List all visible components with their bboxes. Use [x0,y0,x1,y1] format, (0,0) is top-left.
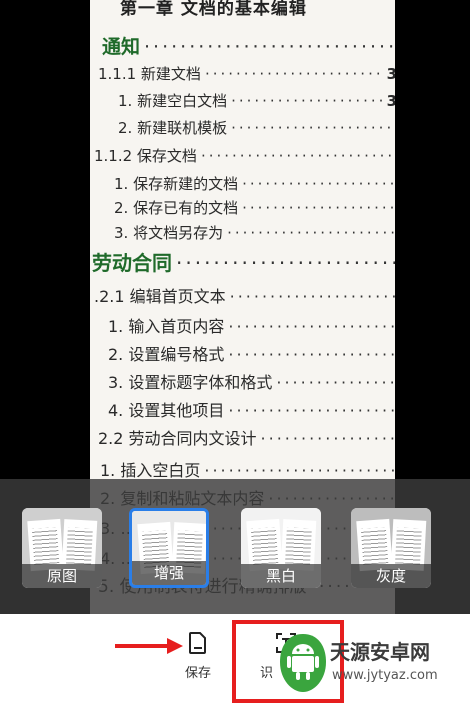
document-title: 第一章 文档的基本编辑 [120,0,307,19]
toc-leader-dots [228,401,395,420]
toc-entry-label: 1. 保存新建的文档 [114,175,239,193]
toc-entry-label: 通知 [102,36,141,58]
toc-entry-label: 1. 输入首页内容 [108,317,225,336]
toc-entry: 1. 插入空白页 [100,457,395,481]
toc-entry: 3. 将文档另存为 [114,222,395,243]
toc-entry: .2.1 编辑首页文本 [94,283,395,307]
toc-entry: 1. 输入首页内容 [108,313,395,337]
filter-enhance[interactable]: 增强 [129,508,209,588]
android-logo-icon [280,634,326,692]
toc-entry: 通知 [102,32,395,59]
toc-entry: 1.1.2 保存文档 [94,145,395,166]
toc-entry-label: 2. 设置编号格式 [108,345,225,364]
toc-leader-dots [205,65,385,83]
toc-leader-dots [227,224,395,242]
toc-leader-dots [228,317,395,336]
toc-entry-label: 劳动合同 [92,251,172,275]
filter-grayscale[interactable]: 灰度 [351,508,431,588]
toc-entry-label: 1.1.1 新建文档 [98,65,201,83]
toc-entry: 3. 设置标题字体和格式 [108,369,395,393]
toc-leader-dots [204,461,395,480]
toc-entry: 4. 设置其他项目 [108,397,395,421]
toc-entry-label: 3. 设置标题字体和格式 [108,373,273,392]
filter-label: 原图 [22,564,102,588]
toc-entry: 2. 设置编号格式 [108,341,395,365]
toc-entry-label: 2. 新建联机模板 [118,119,228,137]
toc-leader-dots [231,92,384,110]
filter-original[interactable]: 原图 [22,508,102,588]
toc-entry: 2. 保存已有的文档 [114,197,395,218]
toc-leader-dots [228,345,395,364]
toc-entry-label: 1.1.2 保存文档 [94,147,197,165]
watermark-url: www.jytyaz.com [332,668,438,683]
toc-entry-label: .2.1 编辑首页文本 [94,287,226,306]
toc-entry-label: 4. 设置其他项目 [108,401,225,420]
toc-leader-dots [201,147,395,165]
filter-label: 黑白 [241,564,321,588]
watermark-title: 天源安卓网 [330,640,430,664]
toc-leader-dots [276,373,395,392]
toc-page-number: 3 [386,65,395,83]
toc-entry-label: 1. 新建空白文档 [118,92,228,110]
toc-entry-label: 1. 插入空白页 [100,461,201,480]
toc-entry-label: 3. 将文档另存为 [114,224,224,242]
file-icon [189,632,206,654]
toc-page-number: 3 [386,92,395,110]
toc-entry: 2.2 劳动合同内文设计 [98,425,395,449]
toc-leader-dots [230,287,395,306]
toc-leader-dots [242,175,395,193]
toc-entry: 1.1.1 新建文档 3 [98,63,395,84]
toc-entry: 劳动合同 [92,247,395,276]
toc-leader-dots [242,199,395,217]
save-label: 保存 [184,666,211,681]
toc-leader-dots [144,36,395,58]
filter-label: 灰度 [351,564,431,588]
filter-label: 增强 [132,561,206,585]
toc-entry: 1. 保存新建的文档 [114,173,395,194]
red-arrow-annotation [115,638,183,654]
toc-entry-label: 2. 保存已有的文档 [114,199,239,217]
toc-leader-dots [176,251,395,275]
toc-entry: 1. 新建空白文档 3 [118,90,395,111]
filter-black-white[interactable]: 黑白 [241,508,321,588]
toc-leader-dots [231,119,395,137]
watermark: 天源安卓网 www.jytyaz.com [278,630,468,700]
toc-entry: 2. 新建联机模板 [118,117,395,138]
toc-leader-dots [261,429,395,448]
toc-entry-label: 2.2 劳动合同内文设计 [98,429,257,448]
